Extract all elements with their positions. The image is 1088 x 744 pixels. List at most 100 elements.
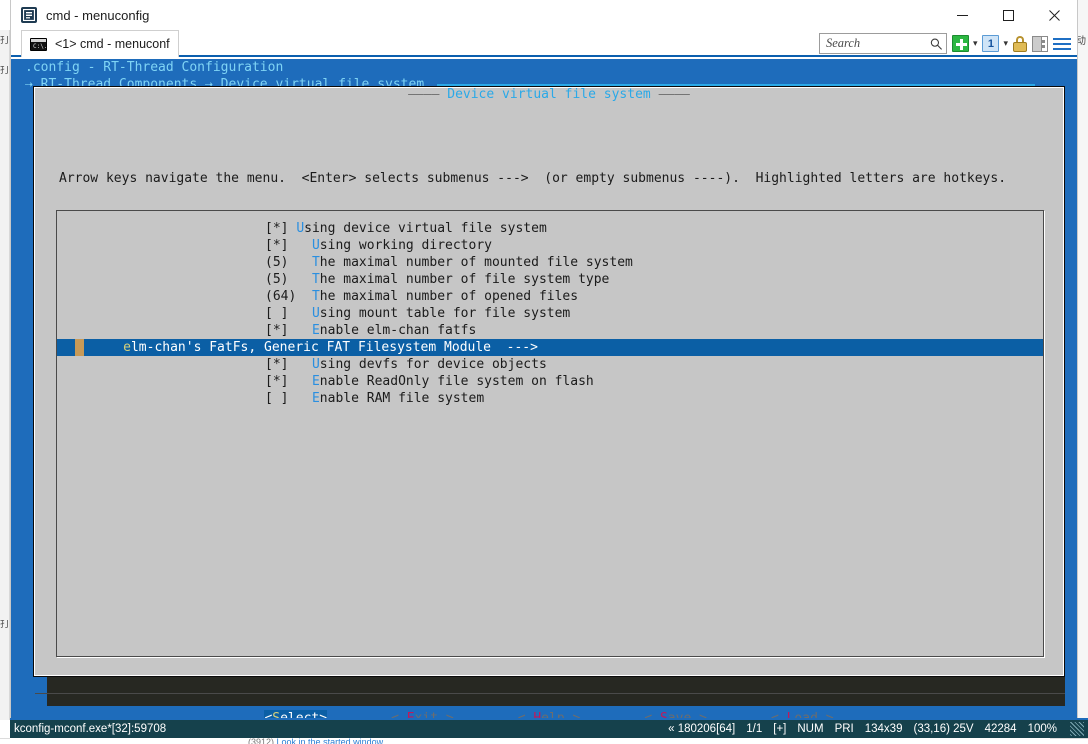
menu-item-label: nable ReadOnly file system on flash <box>319 374 594 389</box>
menu-item-label: he maximal number of file system type <box>319 272 610 287</box>
menu-item[interactable]: [*] Using devfs for device objects <box>57 356 1043 373</box>
menu-item-hotkey: T <box>311 255 320 270</box>
dialog-title-rule-left: ———— <box>408 87 448 102</box>
blue-one-icon[interactable]: 1 <box>982 35 1000 52</box>
menu-item-label: nable elm-chan fatfs <box>319 323 477 338</box>
background-window-right-edge <box>1078 0 1088 744</box>
status-item: 100% <box>1027 723 1057 735</box>
search-box[interactable] <box>818 33 947 54</box>
menu-item[interactable]: [ ] Using mount table for file system <box>57 305 1043 322</box>
maximize-button[interactable] <box>985 0 1031 30</box>
green-plus-icon[interactable] <box>951 35 969 52</box>
menu-item[interactable]: [*] Enable elm-chan fatfs <box>57 322 1043 339</box>
menu-item-hotkey: U <box>296 221 305 236</box>
menu-item-list: [*] Using device virtual file system [*] … <box>57 220 1043 407</box>
menu-item-hotkey: T <box>311 289 320 304</box>
dialog-title-text: Device virtual file system <box>447 87 651 102</box>
tab-label: <1> cmd - menuconf <box>55 37 170 51</box>
minimize-button[interactable] <box>939 0 985 30</box>
status-bar: kconfig-mconf.exe*[32]:59708 « 180206[64… <box>10 718 1088 738</box>
console-icon-glyphs: C:\. <box>33 42 47 50</box>
title-bar: cmd - menuconfig <box>11 0 1077 30</box>
new-tab-dropdown-caret[interactable]: ▾ <box>973 39 978 48</box>
status-item: [+] <box>773 723 787 735</box>
console-app-icon <box>21 7 37 23</box>
menu-item-hotkey: E <box>311 374 320 389</box>
menu-item-hotkey: E <box>311 391 320 406</box>
app-window: cmd - menuconfig C:\. <1> cmd - menuconf <box>10 0 1078 738</box>
background-bottom-panel <box>10 738 1050 744</box>
menu-item[interactable]: (5) The maximal number of file system ty… <box>57 271 1043 288</box>
status-item: 134x39 <box>864 723 903 735</box>
background-glyph-3: 打 <box>0 620 10 630</box>
background-bottom-text-prefix: (3912) <box>248 737 277 744</box>
menu-item-label: he maximal number of mounted file system <box>319 255 633 270</box>
dialog-button-xit[interactable]: < Exit > <box>391 710 454 718</box>
menu-item[interactable]: (64) The maximal number of opened files <box>57 288 1043 305</box>
status-process-info: kconfig-mconf.exe*[32]:59708 <box>14 723 167 735</box>
menu-item-marker: (5) <box>265 272 312 287</box>
status-item: PRI <box>834 723 854 735</box>
menu-item[interactable]: [*] Using working directory <box>57 237 1043 254</box>
resize-grip-icon[interactable] <box>1070 722 1084 736</box>
split-pane-icon[interactable] <box>1032 35 1048 52</box>
menu-item-hotkey: U <box>311 238 320 253</box>
background-bottom-text: (3912) Look in the started window <box>248 737 383 744</box>
new-tab-button[interactable] <box>951 33 969 55</box>
search-input[interactable] <box>825 36 931 51</box>
dialog-title-rule-right: ———— <box>650 87 690 102</box>
menu-item-hotkey: U <box>311 306 320 321</box>
tab-cmd-menuconf[interactable]: C:\. <1> cmd - menuconf <box>21 30 179 57</box>
kconfig-title: .config - RT-Thread Configuration <box>25 60 284 75</box>
screen: 打 打 打 动 (3912) Look in the started windo… <box>0 0 1088 744</box>
menu-item-marker: [*] <box>265 323 312 338</box>
hamburger-menu-icon[interactable] <box>1053 37 1071 51</box>
menu-item-marker: [*] <box>265 221 297 236</box>
menu-item-marker: [*] <box>265 357 312 372</box>
menu-item-label: he maximal number of opened files <box>319 289 579 304</box>
tab-list-dropdown-caret[interactable]: ▾ <box>1003 39 1008 48</box>
menu-item[interactable]: [*] Enable ReadOnly file system on flash <box>57 373 1043 390</box>
menu-item-label: sing mount table for file system <box>319 306 571 321</box>
menu-item-hotkey: E <box>311 323 320 338</box>
menu-item-marker: (5) <box>265 255 312 270</box>
help-line-1: Arrow keys navigate the menu. <Enter> se… <box>59 171 1007 186</box>
background-glyph-1: 打 <box>0 36 10 46</box>
window-title: cmd - menuconfig <box>46 7 150 23</box>
menu-item[interactable]: (5) The maximal number of mounted file s… <box>57 254 1043 271</box>
menu-item-label: sing working directory <box>319 238 492 253</box>
dialog-button-elect[interactable]: <Select> <box>264 710 328 718</box>
menu-item-hotkey: T <box>311 272 320 287</box>
button-hotkey: S <box>272 711 280 718</box>
menu-item[interactable]: [ ] Enable RAM file system <box>57 390 1043 407</box>
lock-icon[interactable] <box>1013 35 1027 52</box>
background-glyph-2: 打 <box>0 66 10 76</box>
menu-item-hotkey: e <box>123 340 131 355</box>
dialog-button-oad[interactable]: < Load > <box>771 710 834 718</box>
menu-button[interactable] <box>1053 33 1071 55</box>
dialog-button-ave[interactable]: < Save > <box>644 710 707 718</box>
button-hotkey: H <box>533 711 541 718</box>
status-item: « 180206[64] <box>668 723 736 735</box>
search-icon[interactable] <box>930 37 943 51</box>
dialog-button-bar: <Select> < Exit > < Help > < Save > < Load > <box>34 710 1064 718</box>
menu-item-marker: [*] <box>265 238 312 253</box>
menu-item[interactable]: [*] Using device virtual file system <box>57 220 1043 237</box>
menuconfig-dialog: ———— Device virtual file system ———— Arr… <box>33 86 1065 718</box>
background-bottom-text-link[interactable]: Look in the started window <box>277 737 384 744</box>
dialog-button-elp[interactable]: < Help > <box>518 710 581 718</box>
status-item: 42284 <box>984 723 1017 735</box>
button-hotkey: E <box>407 711 415 718</box>
button-hotkey: S <box>660 711 668 718</box>
menu-item-selected[interactable]: elm-chan's FatFs, Generic FAT Filesystem… <box>57 339 1043 356</box>
split-pane-button[interactable] <box>1032 33 1048 55</box>
menu-item-marker: [*] <box>265 374 312 389</box>
menu-listbox[interactable]: [*] Using device virtual file system [*] … <box>56 210 1044 657</box>
lock-button[interactable] <box>1013 33 1027 55</box>
menu-item-marker: [ ] <box>265 306 312 321</box>
dialog-button-separator <box>35 693 1065 694</box>
tab-number-button[interactable]: 1 <box>982 33 1000 55</box>
terminal-console[interactable]: .config - RT-Thread Configuration ⇢ RT-T… <box>11 59 1077 718</box>
close-button[interactable] <box>1031 0 1077 30</box>
menu-item-marker: [ ] <box>265 391 312 406</box>
